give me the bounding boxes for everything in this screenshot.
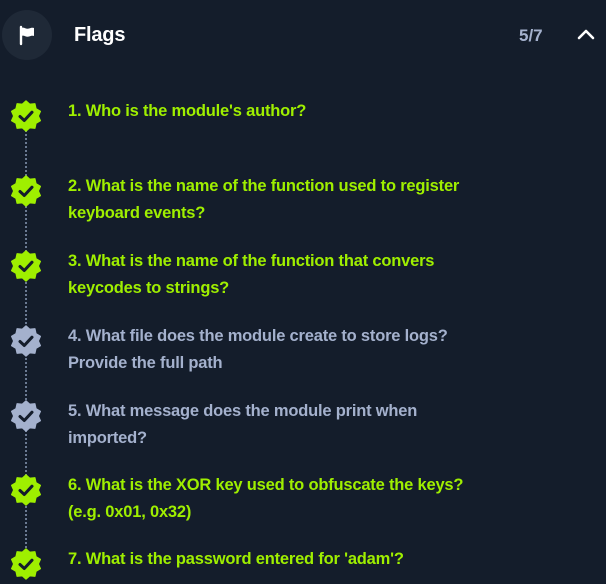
flags-progress-count: 5/7 <box>519 26 543 45</box>
solved-check-icon <box>10 100 42 132</box>
chevron-up-icon[interactable] <box>575 24 597 46</box>
solved-check-icon <box>10 175 42 207</box>
flags-header[interactable]: Flags 5/7 <box>0 0 606 72</box>
flag-question: 1. Who is the module's author? <box>68 102 307 120</box>
flag-icon-container <box>2 10 52 60</box>
flag-question: 2. What is the name of the function used… <box>68 177 460 222</box>
unsolved-check-icon <box>10 325 42 357</box>
solved-check-icon <box>10 250 42 282</box>
flag-question: 7. What is the password entered for 'ada… <box>68 550 404 568</box>
flag-question: 4. What file does the module create to s… <box>68 327 448 372</box>
flag-question: 3. What is the name of the function that… <box>68 252 435 297</box>
flag-icon <box>19 25 34 46</box>
section-title: Flags <box>74 24 126 46</box>
unsolved-check-icon <box>10 400 42 432</box>
solved-check-icon <box>10 548 42 580</box>
solved-check-icon <box>10 474 42 506</box>
flag-question: 5. What message does the module print wh… <box>68 402 418 447</box>
flag-question: 6. What is the XOR key used to obfuscate… <box>68 476 464 521</box>
